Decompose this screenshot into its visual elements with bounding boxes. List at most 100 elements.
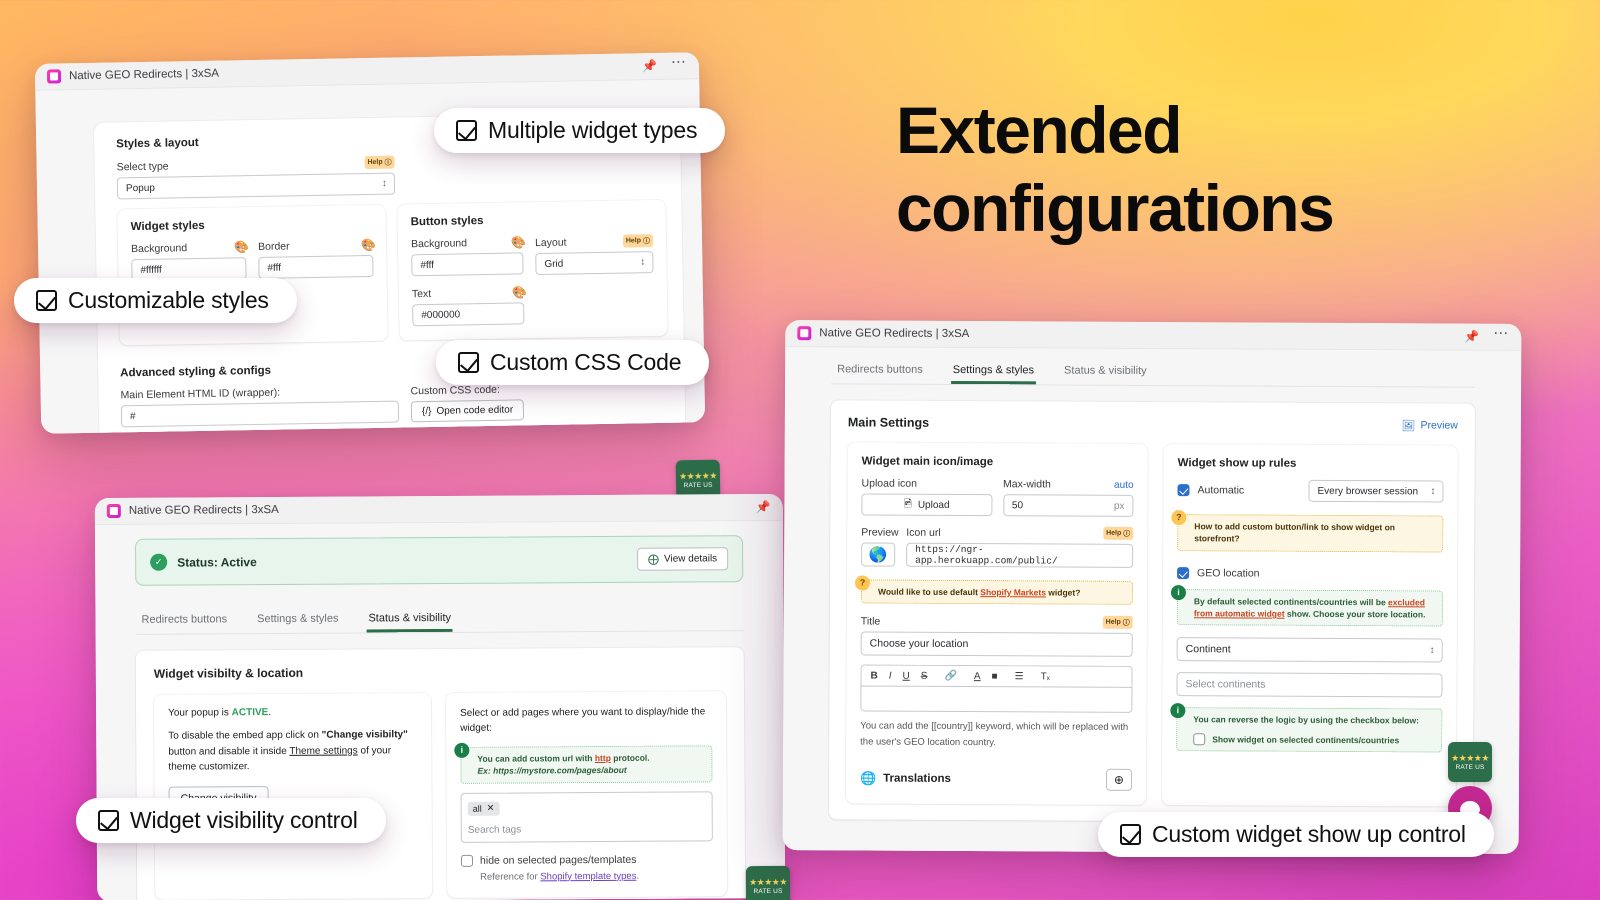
tag-chip[interactable]: all ✕	[467, 801, 500, 816]
remove-tag-icon[interactable]: ✕	[487, 803, 495, 814]
http-example: Ex: https://mystore.com/pages/about	[477, 765, 627, 777]
custom-button-banner: ? How to add custom button/link to show …	[1171, 510, 1444, 553]
widget-border-input[interactable]: #fff	[258, 254, 374, 279]
settings-styles-window[interactable]: Native GEO Redirects | 3xSA 📌 ⋯ Redirect…	[782, 320, 1522, 854]
align-icon[interactable]: ☰	[1015, 671, 1024, 682]
custom-css-label: Custom CSS code:	[410, 383, 500, 398]
callout-customizable-styles: Customizable styles	[14, 278, 297, 323]
help-badge[interactable]: Help ⓘ	[622, 234, 654, 248]
window-tabs[interactable]: Redirects buttons Settings & styles Stat…	[831, 359, 1476, 388]
bold-icon[interactable]: B	[871, 670, 878, 681]
popup-instructions: To disable the embed app click on "Chang…	[168, 729, 408, 773]
window-body: ✓ Status: Active ⨁ View details Redirect…	[94, 520, 786, 900]
tab-redirects-buttons[interactable]: Redirects buttons	[139, 609, 229, 634]
preview-button[interactable]: 🖼 Preview	[1401, 419, 1457, 432]
globe-icon: 🌎	[868, 546, 888, 564]
theme-settings-link[interactable]: Theme settings	[289, 745, 357, 756]
underline-icon[interactable]: U	[903, 671, 910, 682]
button-text-input[interactable]: #000000	[412, 302, 525, 327]
upload-icon-label: Upload icon	[861, 477, 918, 490]
status-banner: ✓ Status: Active ⨁ View details	[135, 535, 744, 586]
template-reference: Reference for Shopify template types.	[480, 870, 640, 883]
app-favicon-icon	[797, 326, 812, 341]
shopify-template-types-link[interactable]: Shopify template types	[540, 870, 636, 882]
automatic-checkbox[interactable]	[1177, 484, 1190, 497]
geo-mode-dropdown[interactable]: Continent	[1176, 637, 1443, 663]
tab-settings-styles[interactable]: Settings & styles	[255, 609, 340, 634]
tab-status-visibility[interactable]: Status & visibility	[1062, 361, 1149, 385]
show-on-selected-checkbox[interactable]	[1193, 732, 1206, 745]
link-icon[interactable]: 🔗	[944, 671, 957, 682]
tab-redirects-buttons[interactable]: Redirects buttons	[835, 359, 925, 383]
icon-url-input[interactable]: https://ngr-app.herokuapp.com/public/	[906, 542, 1134, 568]
help-badge[interactable]: Help ⓘ	[1103, 526, 1134, 540]
preview-label: Preview	[1420, 419, 1458, 432]
headline-line-1: Extended	[896, 93, 1183, 167]
html-id-value: #	[129, 410, 136, 422]
text-color-icon[interactable]: A	[974, 671, 981, 682]
strikethrough-icon[interactable]: S	[921, 671, 928, 682]
window-tabs[interactable]: Redirects buttons Settings & styles Stat…	[135, 606, 744, 635]
select-type-dropdown[interactable]: Popup	[116, 172, 396, 200]
pin-icon[interactable]: 📌	[756, 500, 771, 514]
pin-icon[interactable]: 📌	[642, 59, 657, 73]
add-translation-button[interactable]: ⊕	[1105, 768, 1133, 791]
max-width-unit: px	[1113, 500, 1125, 512]
open-code-editor-button[interactable]: {/} Open code editor	[410, 399, 525, 423]
popup-status-line: Your popup is ACTIVE.	[168, 707, 272, 719]
geo-location-checkbox[interactable]	[1177, 566, 1190, 579]
shopify-markets-banner: ? Would like to use default Shopify Mark…	[854, 575, 1134, 606]
highlight-icon[interactable]: ■	[992, 671, 998, 682]
html-id-input[interactable]: #	[120, 400, 400, 428]
title-input[interactable]: Choose your location	[860, 631, 1133, 658]
color-picker-icon[interactable]: 🎨	[234, 240, 249, 254]
widget-icon-title: Widget main icon/image	[861, 455, 994, 469]
window-title: Native GEO Redirects | 3xSA	[819, 327, 970, 341]
color-picker-icon[interactable]: 🎨	[512, 285, 527, 299]
upload-image-icon: 🖻	[903, 498, 912, 510]
pages-tag-input[interactable]: all ✕ Search tags	[460, 790, 713, 843]
button-styles-title: Button styles	[410, 215, 484, 229]
callout-multiple-widget-types: Multiple widget types	[434, 108, 726, 153]
clear-format-icon[interactable]: Tₓ	[1041, 671, 1050, 682]
shopify-markets-link[interactable]: Shopify Markets	[980, 587, 1046, 597]
color-picker-icon[interactable]: 🎨	[511, 235, 526, 249]
callout-label: Multiple widget types	[488, 117, 698, 143]
layout-dropdown[interactable]: Grid	[535, 251, 654, 276]
more-options-icon[interactable]: ⋯	[671, 53, 687, 70]
tab-status-visibility[interactable]: Status & visibility	[366, 608, 453, 633]
upload-button[interactable]: 🖻 Upload	[861, 493, 992, 517]
window-title: Native GEO Redirects | 3xSA	[128, 503, 279, 517]
max-width-auto-link[interactable]: auto	[1114, 479, 1134, 490]
add-circle-icon: ⊕	[1113, 772, 1125, 787]
button-background-input[interactable]: #fff	[411, 252, 524, 277]
rate-us-badge[interactable]: ★★★★★ RATE US	[1448, 742, 1492, 782]
italic-icon[interactable]: I	[889, 670, 892, 681]
html-id-label: Main Element HTML ID (wrapper):	[120, 386, 281, 402]
http-link[interactable]: http	[595, 753, 611, 763]
icon-url-value: https://ngr-app.herokuapp.com/public/	[915, 543, 1058, 567]
more-options-icon[interactable]: ⋯	[1493, 324, 1509, 341]
color-picker-icon[interactable]: 🎨	[361, 238, 376, 252]
rich-text-toolbar[interactable]: B I U S 🔗 A ■ ☰ Tₓ	[860, 664, 1133, 688]
rate-us-label: RATE US	[683, 481, 713, 489]
hide-on-selected-checkbox[interactable]	[460, 854, 474, 867]
pages-prompt: Select or add pages where you want to di…	[460, 706, 706, 734]
automatic-frequency-dropdown[interactable]: Every browser session	[1308, 479, 1444, 503]
select-continents-input[interactable]: Select continents	[1176, 672, 1443, 698]
hide-on-selected-label: hide on selected pages/templates	[479, 853, 637, 867]
reverse-logic-banner: i You can reverse the logic by using the…	[1170, 703, 1443, 753]
check-square-icon	[98, 810, 119, 831]
stars-icon: ★★★★★	[749, 876, 787, 887]
help-badge[interactable]: Help ⓘ	[1102, 616, 1133, 630]
max-width-input[interactable]: 50 px	[1002, 494, 1134, 517]
check-square-icon	[36, 290, 57, 311]
rate-us-badge[interactable]: ★★★★★ RATE US	[745, 865, 791, 900]
pin-icon[interactable]: 📌	[1464, 330, 1479, 344]
rich-text-editor[interactable]	[860, 685, 1133, 714]
tab-settings-styles[interactable]: Settings & styles	[951, 360, 1036, 384]
custom-button-banner-text[interactable]: How to add custom button/link to show wi…	[1194, 521, 1395, 544]
view-details-button[interactable]: ⨁ View details	[636, 547, 729, 571]
code-icon: {/}	[421, 405, 432, 418]
help-badge[interactable]: Help ⓘ	[364, 155, 395, 170]
